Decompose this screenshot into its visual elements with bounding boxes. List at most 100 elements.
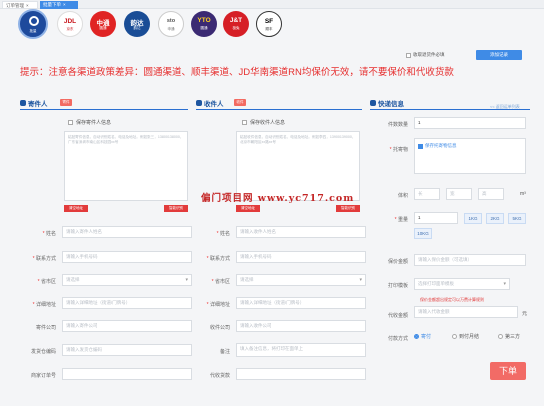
tab-bar: 订单管理 × 批量下单 ×: [0, 0, 544, 9]
close-icon[interactable]: ×: [26, 3, 29, 8]
carrier-sub: 韵达: [133, 26, 141, 30]
sender-title-text: 寄件人: [28, 101, 48, 108]
carrier-sto-icon[interactable]: sto 申通: [158, 11, 184, 37]
receiver-company-input[interactable]: 请输入收件公司: [236, 320, 366, 332]
receiver-tag: 收件: [234, 99, 246, 106]
pay-option-label: 到付月结: [459, 334, 480, 340]
save-receiver-label: 保存收件人信息: [250, 120, 286, 126]
carrier-logo: SF: [264, 18, 274, 25]
receiver-region-label: * 省市区: [211, 279, 230, 285]
express-section-title: 快递信息: [370, 98, 404, 108]
radio-selected-icon[interactable]: [414, 334, 419, 339]
weight-5kg-button[interactable]: 5KG: [508, 213, 526, 224]
weight-10kg-button[interactable]: 10KG: [414, 228, 432, 239]
warehouse-code-input[interactable]: 请输入发货仓编码: [62, 344, 192, 356]
pay-option-label: 第三方: [505, 334, 521, 340]
weight-input[interactable]: 1: [414, 212, 458, 224]
height-input[interactable]: 高: [478, 188, 504, 200]
save-receiver-checkbox[interactable]: 保存收件人信息: [242, 119, 285, 126]
carrier-default-icon[interactable]: 批量: [18, 9, 48, 39]
sender-company-input[interactable]: 请输入寄件公司: [62, 320, 192, 332]
carrier-jdl-icon[interactable]: JDL 京东: [57, 11, 83, 37]
sender-section-title: 寄件人: [20, 98, 48, 108]
receiver-section-title: 收件人: [196, 98, 224, 108]
tab-label: 订单管理: [6, 3, 24, 8]
pay-option-label: 寄付: [421, 334, 432, 340]
length-input[interactable]: 长: [414, 188, 440, 200]
sender-tag: 寄件: [60, 99, 72, 106]
place-order-button[interactable]: 下单: [490, 362, 526, 380]
insured-label: 保价金额: [387, 259, 408, 265]
radio-icon[interactable]: [498, 334, 503, 339]
carrier-zto-icon[interactable]: 中通 圆通: [90, 11, 116, 37]
pay-option-third-party[interactable]: 第三方: [498, 333, 520, 340]
remark-input[interactable]: 填入备注信息，将打印在面单上: [236, 343, 366, 357]
carrier-sub: 极兔: [232, 26, 240, 30]
carrier-sub: 批量: [29, 29, 37, 33]
goods-textarea[interactable]: 保存托寄物信息: [414, 138, 526, 174]
carrier-logo: J&T: [229, 17, 243, 24]
pieces-input[interactable]: 1: [414, 117, 526, 129]
policy-notice: 提示：注意各渠道政策差异：圆通渠道、顺丰渠道、JD华南渠道RN均保价无效，请不要…: [20, 67, 454, 78]
cod-input[interactable]: [236, 368, 366, 380]
save-sender-checkbox[interactable]: 保存寄件人信息: [68, 119, 111, 126]
cod-label: 代收货款: [209, 373, 230, 379]
warehouse-code-label: 发货仓编码: [30, 349, 56, 355]
sender-region-select[interactable]: 请选择: [62, 274, 192, 286]
carrier-logo: YTO: [197, 17, 211, 24]
pay-option-sender[interactable]: 寄付: [414, 333, 431, 340]
express-title-text: 快递信息: [378, 101, 404, 108]
insured-note: 保价金额超出规定可以万费计算规则: [420, 297, 484, 302]
sender-region-label: * 省市区: [37, 279, 56, 285]
close-icon[interactable]: ×: [63, 2, 66, 7]
insured-input[interactable]: 请输入保价金额（可选填）: [414, 254, 526, 266]
receiver-phone-input[interactable]: 请输入手机号码: [236, 251, 366, 263]
goods-option[interactable]: 保存托寄物信息: [418, 141, 457, 151]
receiver-region-select[interactable]: 请选择: [236, 274, 366, 286]
goods-option-label: 保存托寄物信息: [425, 143, 457, 148]
divider: [370, 109, 530, 110]
sender-address-input[interactable]: 请输入详细地址（街道/门牌号）: [62, 297, 192, 309]
radio-icon[interactable]: [452, 334, 457, 339]
weight-2kg-button[interactable]: 2KG: [486, 213, 504, 224]
sender-phone-label: * 联系方式: [32, 256, 56, 262]
carrier-sf-icon[interactable]: SF 顺丰: [256, 11, 282, 37]
divider: [196, 109, 362, 110]
checkbox-icon[interactable]: [406, 52, 411, 58]
width-input[interactable]: 宽: [446, 188, 472, 200]
add-record-button[interactable]: 添加记录: [476, 50, 522, 60]
sender-clear-button[interactable]: 清空地址: [64, 205, 88, 212]
pay-method-label: 付款方式: [387, 336, 408, 342]
pay-option-receiver[interactable]: 到付月结: [452, 333, 479, 340]
checkbox-icon[interactable]: [68, 120, 73, 125]
sender-phone-input[interactable]: 请输入手机号码: [62, 251, 192, 263]
receiver-parse-button[interactable]: 智能识别: [336, 205, 360, 212]
receiver-name-input[interactable]: 请输入收件人姓名: [236, 226, 366, 238]
merchant-order-input[interactable]: [62, 368, 192, 380]
carrier-sub: 顺丰: [265, 27, 273, 31]
carrier-jt-icon[interactable]: J&T 极兔: [223, 11, 249, 37]
receiver-name-label: * 姓名: [216, 231, 230, 237]
receiver-clear-button[interactable]: 清空地址: [236, 205, 260, 212]
carrier-sub: 京东: [66, 27, 74, 31]
collect-input[interactable]: 请输入代收金额: [414, 306, 518, 318]
checkbox-icon[interactable]: [242, 120, 247, 125]
sender-name-input[interactable]: 请输入寄件人姓名: [62, 226, 192, 238]
tab-label: 批量下单: [43, 2, 61, 7]
record-checkbox[interactable]: 收取退货件必填: [406, 52, 445, 58]
carrier-yunda-icon[interactable]: 韵达 韵达: [124, 11, 150, 37]
weight-1kg-button[interactable]: 1KG: [464, 213, 482, 224]
sender-parse-button[interactable]: 智能识别: [164, 205, 188, 212]
carrier-logo: sto: [166, 18, 176, 24]
template-select[interactable]: 选择打印面单模板: [414, 278, 510, 290]
tab-batch-order[interactable]: 批量下单 ×: [40, 1, 78, 9]
volume-unit: m³: [520, 191, 526, 197]
receiver-company-label: 收件公司: [209, 325, 230, 331]
sender-paste-textarea[interactable]: 粘贴寄件信息，自动识别姓名、电话及地址。例如张三，13800138000，广东省…: [64, 131, 188, 201]
checkbox-checked-icon[interactable]: [418, 143, 423, 149]
package-icon: [370, 100, 376, 106]
receiver-address-input[interactable]: 请输入详细地址（街道/门牌号）: [236, 297, 366, 309]
carrier-yto-icon[interactable]: YTO 圆通: [191, 11, 217, 37]
tab-order-management[interactable]: 订单管理 ×: [2, 1, 38, 9]
remark-label: 备注: [219, 349, 230, 355]
